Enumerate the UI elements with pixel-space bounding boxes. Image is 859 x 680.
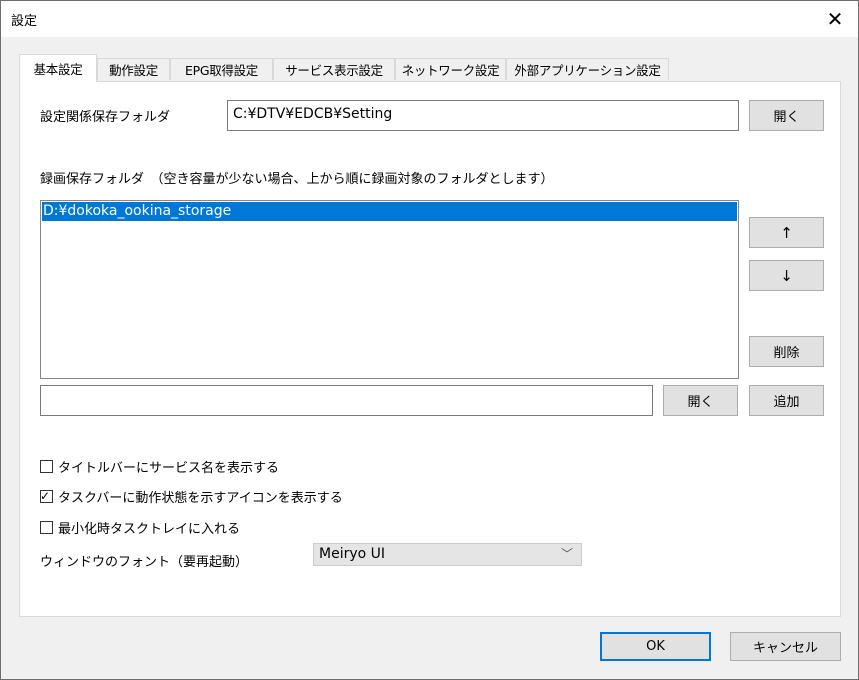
basic-settings-panel: 設定関係保存フォルダ C:¥DTV¥EDCB¥Setting 開く 録画保存フォ… [19, 81, 841, 617]
tab-label: ネットワーク設定 [401, 63, 500, 78]
tab-label: 動作設定 [109, 63, 158, 78]
option-label: 最小化時タスクトレイに入れる [58, 522, 241, 537]
tab-network[interactable]: ネットワーク設定 [395, 58, 506, 80]
tab-external-apps[interactable]: 外部アプリケーション設定 [506, 58, 669, 80]
cancel-button[interactable]: キャンセル [730, 632, 841, 661]
font-select-value: Meiryo UI [319, 546, 386, 562]
option-label: タスクバーに動作状態を示すアイコンを表示する [58, 491, 343, 506]
move-down-button[interactable]: ↓ [749, 260, 824, 291]
record-folder-label: 録画保存フォルダ （空き容量が少ない場合、上から順に録画対象のフォルダとします） [40, 172, 554, 187]
tab-label: サービス表示設定 [285, 63, 383, 78]
title-bar: 設定 ✕ [1, 1, 858, 37]
checkmark-icon: ✓ [40, 489, 51, 503]
new-folder-open-button[interactable]: 開く [663, 385, 738, 416]
chevron-down-icon: ﹀ [560, 547, 573, 561]
add-button[interactable]: 追加 [749, 385, 824, 416]
record-folder-list[interactable]: D:¥dokoka_ookina_storage [40, 200, 739, 379]
move-up-button[interactable]: ↑ [749, 217, 824, 248]
checkbox[interactable] [40, 521, 53, 534]
new-folder-field[interactable] [40, 385, 653, 416]
tab-service-display[interactable]: サービス表示設定 [273, 58, 395, 80]
close-icon: ✕ [826, 7, 844, 31]
list-item[interactable]: D:¥dokoka_ookina_storage [42, 202, 737, 221]
tab-basic[interactable]: 基本設定 [19, 54, 97, 82]
window-title: 設定 [11, 14, 38, 29]
arrow-up-icon: ↑ [780, 223, 793, 242]
tab-operation[interactable]: 動作設定 [97, 58, 170, 80]
tab-label: 基本設定 [33, 62, 83, 77]
settings-dialog: 設定 ✕ 基本設定 動作設定 EPG取得設定 サービス表示設定 ネットワーク設定… [0, 0, 859, 680]
option-service-name-titlebar[interactable]: タイトルバーにサービス名を表示する [40, 457, 279, 476]
tab-label: EPG取得設定 [184, 63, 259, 78]
checkbox[interactable] [40, 460, 53, 473]
font-label: ウィンドウのフォント（要再起動） [40, 555, 249, 570]
ok-button[interactable]: OK [600, 632, 711, 661]
option-label: タイトルバーにサービス名を表示する [58, 461, 280, 476]
settings-folder-label: 設定関係保存フォルダ [40, 110, 171, 125]
settings-folder-field[interactable]: C:¥DTV¥EDCB¥Setting [227, 100, 739, 131]
arrow-down-icon: ↓ [780, 266, 793, 285]
font-select[interactable]: Meiryo UI ﹀ [313, 543, 582, 566]
close-button[interactable]: ✕ [812, 1, 858, 37]
settings-folder-open-button[interactable]: 開く [749, 100, 824, 131]
tab-label: 外部アプリケーション設定 [514, 63, 661, 78]
delete-button[interactable]: 削除 [749, 336, 824, 367]
option-taskbar-status-icon[interactable]: ✓ タスクバーに動作状態を示すアイコンを表示する [40, 487, 343, 506]
checkbox[interactable]: ✓ [40, 489, 53, 503]
tab-epg[interactable]: EPG取得設定 [170, 58, 273, 80]
option-minimize-to-tray[interactable]: 最小化時タスクトレイに入れる [40, 518, 240, 537]
